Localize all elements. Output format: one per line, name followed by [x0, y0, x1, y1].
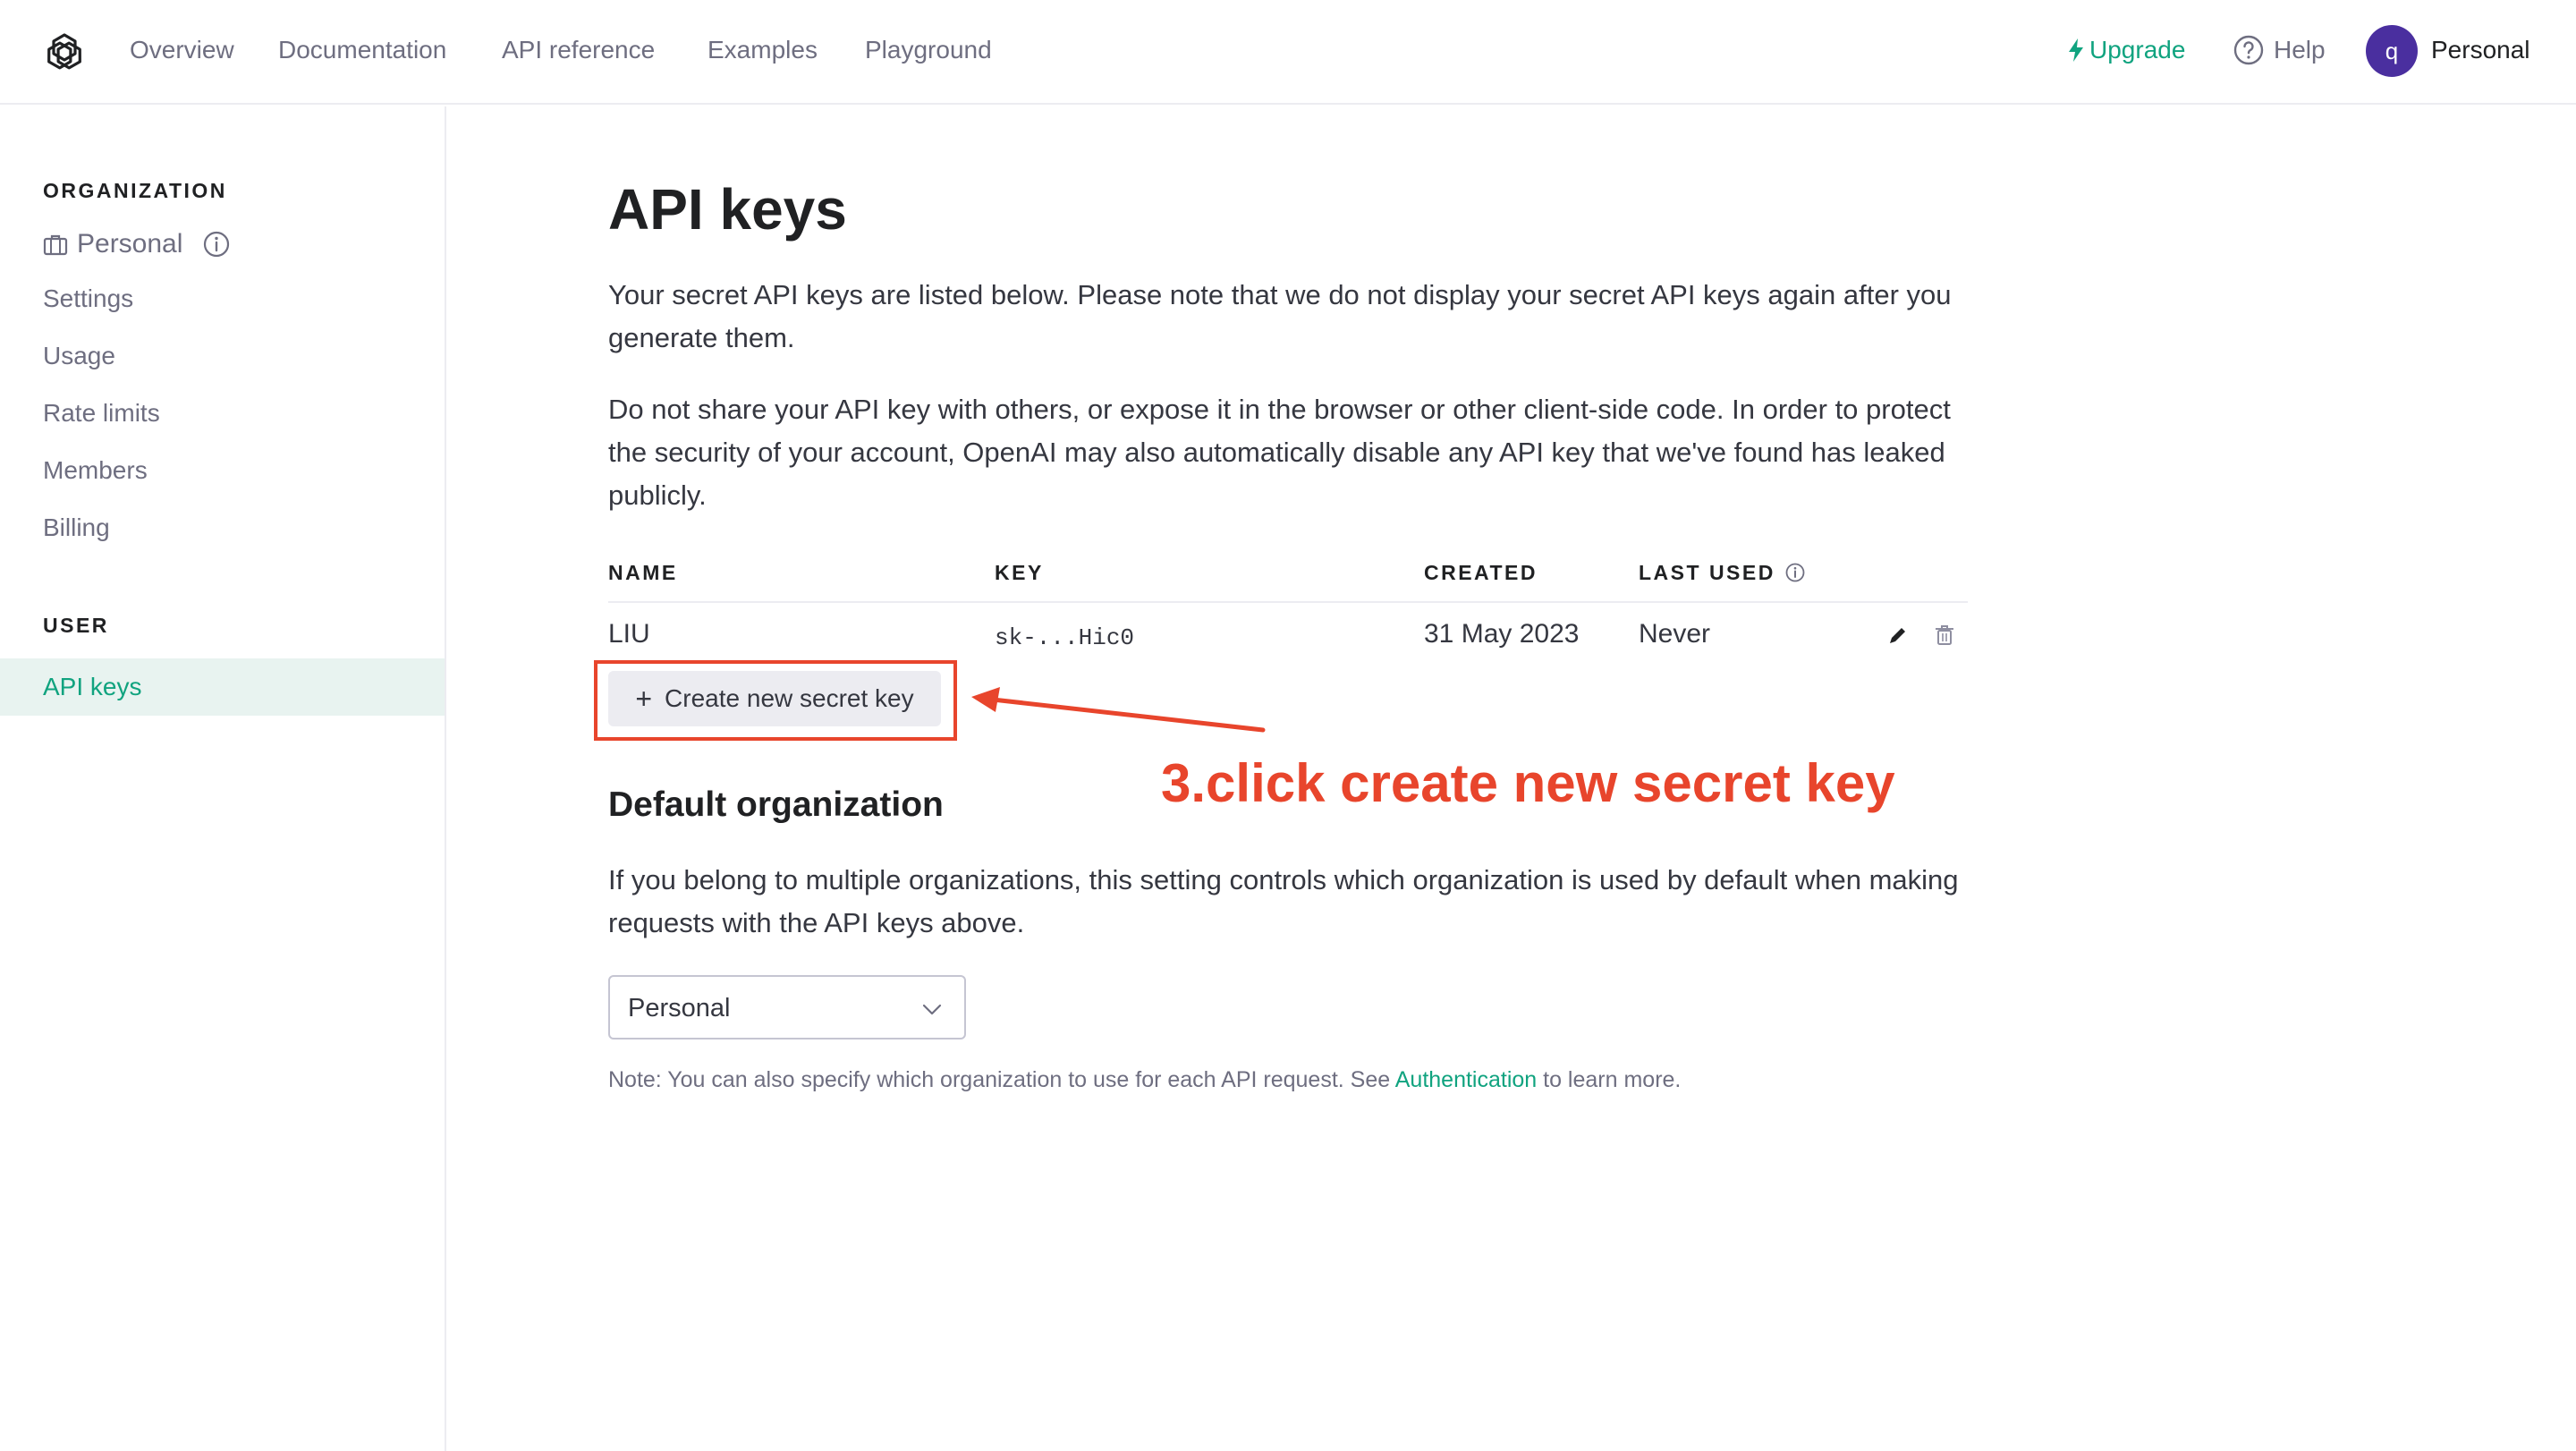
column-header-last-used: LAST USED [1639, 560, 1806, 585]
openai-logo-icon[interactable] [41, 30, 88, 76]
help-label: Help [2274, 36, 2326, 64]
avatar[interactable]: q [2366, 25, 2418, 77]
sidebar-item-settings[interactable]: Settings [43, 283, 133, 315]
default-organization-description: If you belong to multiple organizations,… [608, 864, 1959, 938]
info-icon[interactable] [202, 230, 231, 259]
nav-overview[interactable]: Overview [130, 34, 234, 66]
note-prefix: Note: You can also specify which organiz… [608, 1067, 1395, 1092]
page-title: API keys [608, 177, 847, 242]
upgrade-link[interactable]: Upgrade [2066, 34, 2185, 66]
key-last-used-cell: Never [1639, 619, 1711, 649]
default-organization-title: Default organization [608, 785, 944, 824]
key-name-cell: LIU [608, 619, 650, 649]
column-header-key: KEY [995, 561, 1044, 584]
annotation-highlight-box [594, 660, 957, 741]
sidebar-org-label: Personal [77, 229, 183, 259]
trash-icon[interactable] [1932, 623, 1957, 648]
sidebar-item-members[interactable]: Members [43, 454, 148, 487]
sidebar-item-usage[interactable]: Usage [43, 340, 115, 372]
upgrade-label: Upgrade [2089, 36, 2186, 64]
sidebar-org-personal[interactable]: Personal [43, 228, 231, 260]
info-icon[interactable] [1784, 562, 1806, 583]
key-value-cell: sk-...Hic0 [995, 624, 1135, 651]
top-navigation: Overview Documentation API reference Exa… [0, 0, 2576, 105]
table-divider [608, 601, 1968, 603]
nav-playground[interactable]: Playground [865, 34, 992, 66]
account-name[interactable]: Personal [2431, 34, 2530, 66]
help-circle-icon [2233, 35, 2264, 65]
help-link[interactable]: Help [2233, 34, 2326, 66]
note-suffix: to learn more. [1537, 1067, 1682, 1092]
column-header-name: NAME [608, 561, 678, 584]
sidebar: ORGANIZATION Personal Settings Usage Rat… [0, 106, 446, 1451]
key-created-cell: 31 May 2023 [1424, 619, 1580, 649]
nav-api-reference[interactable]: API reference [502, 34, 655, 66]
select-value: Personal [628, 994, 731, 1022]
intro-paragraph: Your secret API keys are listed below. P… [608, 279, 1952, 353]
organization-note: Note: You can also specify which organiz… [608, 1065, 1681, 1095]
sidebar-item-api-keys[interactable]: API keys [0, 658, 445, 716]
edit-pencil-icon[interactable] [1885, 623, 1911, 648]
sidebar-item-rate-limits[interactable]: Rate limits [43, 397, 160, 429]
authentication-link[interactable]: Authentication [1395, 1067, 1537, 1092]
sidebar-item-billing[interactable]: Billing [43, 512, 110, 544]
default-organization-select[interactable]: Personal [608, 975, 966, 1039]
briefcase-icon [43, 234, 68, 256]
column-header-last-used-label: LAST USED [1639, 561, 1775, 584]
user-heading: USER [43, 614, 109, 637]
security-paragraph: Do not share your API key with others, o… [608, 394, 1951, 511]
organization-heading: ORGANIZATION [43, 179, 227, 202]
annotation-text: 3.click create new secret key [1161, 753, 1895, 813]
nav-documentation[interactable]: Documentation [278, 34, 446, 66]
nav-examples[interactable]: Examples [708, 34, 818, 66]
sidebar-item-label: API keys [43, 673, 142, 700]
column-header-created: CREATED [1424, 561, 1538, 584]
chevron-down-icon [922, 1004, 942, 1015]
lightning-icon [2069, 38, 2083, 62]
annotation-arrow-icon [971, 687, 1266, 733]
